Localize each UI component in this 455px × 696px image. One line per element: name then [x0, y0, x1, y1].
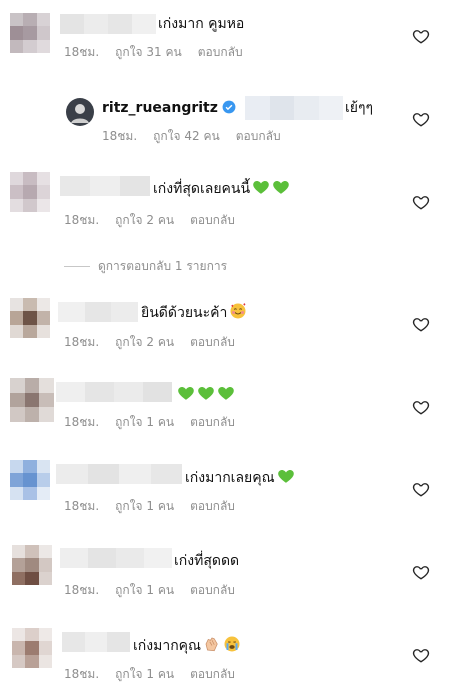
comment-text: เก่งที่สุดดด — [174, 553, 240, 569]
comment-text-body: ยินดีด้วยนะค้า — [141, 305, 228, 321]
green-heart-emoji — [218, 387, 234, 400]
comment-meta: 18ชม. ถูกใจ 42 คน ตอบกลับ — [102, 128, 297, 144]
avatar[interactable] — [12, 628, 52, 668]
avatar[interactable] — [10, 172, 50, 212]
comment-text-body: เก่งมากเลยคุณ — [185, 470, 275, 486]
comment-text: ยินดีด้วยนะค้า — [141, 302, 247, 323]
view-replies-button[interactable]: ดูการตอบกลับ 1 รายการ — [64, 258, 227, 274]
green-heart-emoji — [277, 470, 294, 483]
timestamp: 18ชม. — [102, 129, 138, 143]
username-blurred[interactable] — [60, 14, 156, 34]
avatar[interactable] — [10, 13, 50, 53]
like-count[interactable]: ถูกใจ 31 คน — [115, 45, 182, 59]
comment-meta: 18ชม. ถูกใจ 1 คน ตอบกลับ — [64, 414, 251, 430]
avatar[interactable] — [10, 378, 54, 422]
clapping-hands-emoji — [205, 637, 218, 652]
reply-button[interactable]: ตอบกลับ — [190, 335, 235, 349]
avatar[interactable] — [66, 98, 94, 126]
view-replies-label: ดูการตอบกลับ 1 รายการ — [98, 259, 228, 273]
reply-button[interactable]: ตอบกลับ — [190, 499, 235, 513]
comment-text: เก่งมากคุณ — [133, 635, 241, 656]
comment-author-line: ritz_rueangritz — [102, 98, 240, 118]
comment-meta: 18ชม. ถูกใจ 1 คน ตอบกลับ — [64, 498, 251, 514]
avatar[interactable] — [10, 298, 50, 338]
avatar[interactable] — [10, 460, 50, 500]
comment-meta: 18ชม. ถูกใจ 2 คน ตอบกลับ — [64, 212, 251, 228]
heart-outline-icon[interactable] — [412, 27, 430, 45]
divider — [64, 266, 90, 267]
comment-meta: 18ชม. ถูกใจ 1 คน ตอบกลับ — [64, 582, 251, 598]
like-count[interactable]: ถูกใจ 1 คน — [115, 667, 174, 681]
reply-button[interactable]: ตอบกลับ — [190, 415, 235, 429]
reply-button[interactable]: ตอบกลับ — [190, 213, 235, 227]
loudly-crying-emoji — [224, 636, 240, 652]
like-count[interactable]: ถูกใจ 1 คน — [115, 583, 174, 597]
timestamp: 18ชม. — [64, 583, 100, 597]
avatar[interactable] — [12, 545, 52, 585]
heart-outline-icon[interactable] — [412, 480, 430, 498]
timestamp: 18ชม. — [64, 415, 100, 429]
like-count[interactable]: ถูกใจ 2 คน — [115, 335, 174, 349]
reply-button[interactable]: ตอบกลับ — [236, 129, 281, 143]
timestamp: 18ชม. — [64, 45, 100, 59]
smiling-face-with-hearts-emoji — [230, 303, 246, 319]
reply-button[interactable]: ตอบกลับ — [198, 45, 243, 59]
comment-meta: 18ชม. ถูกใจ 2 คน ตอบกลับ — [64, 334, 251, 350]
like-count[interactable]: ถูกใจ 2 คน — [115, 213, 174, 227]
heart-outline-icon[interactable] — [412, 646, 430, 664]
heart-outline-icon[interactable] — [412, 110, 430, 128]
heart-outline-icon[interactable] — [412, 398, 430, 416]
comment-text: เก่งมาก คูมหอ — [158, 16, 245, 32]
mention-blurred[interactable] — [245, 96, 343, 120]
timestamp: 18ชม. — [64, 213, 100, 227]
username-blurred[interactable] — [56, 464, 182, 484]
green-heart-emoji — [198, 387, 214, 400]
heart-outline-icon[interactable] — [412, 193, 430, 211]
green-heart-emoji — [273, 181, 289, 194]
comment-meta: 18ชม. ถูกใจ 31 คน ตอบกลับ — [64, 44, 259, 60]
comment-text-body: เก่งมากคุณ — [133, 638, 202, 654]
username-blurred[interactable] — [58, 302, 138, 322]
like-count[interactable]: ถูกใจ 42 คน — [153, 129, 220, 143]
timestamp: 18ชม. — [64, 499, 100, 513]
like-count[interactable]: ถูกใจ 1 คน — [115, 415, 174, 429]
timestamp: 18ชม. — [64, 667, 100, 681]
comment-meta: 18ชม. ถูกใจ 1 คน ตอบกลับ — [64, 666, 251, 682]
comment-text: เก่งที่สุดเลยคนนี้ — [153, 178, 290, 199]
username-blurred[interactable] — [62, 632, 130, 652]
heart-outline-icon[interactable] — [412, 563, 430, 581]
green-heart-emoji — [178, 387, 194, 400]
username[interactable]: ritz_rueangritz — [102, 100, 218, 116]
comment-text — [175, 384, 235, 405]
comment-text: เก่งมากเลยคุณ — [185, 467, 295, 488]
heart-outline-icon[interactable] — [412, 315, 430, 333]
reply-button[interactable]: ตอบกลับ — [190, 583, 235, 597]
username-blurred[interactable] — [56, 382, 172, 402]
verified-badge-icon — [222, 100, 236, 114]
comment-text: เย้ๆๆ — [345, 100, 374, 116]
green-heart-emoji — [253, 181, 269, 194]
username-blurred[interactable] — [60, 548, 172, 568]
comment-text-body: เก่งที่สุดเลยคนนี้ — [153, 181, 251, 197]
like-count[interactable]: ถูกใจ 1 คน — [115, 499, 174, 513]
reply-button[interactable]: ตอบกลับ — [190, 667, 235, 681]
username-blurred[interactable] — [60, 176, 150, 196]
timestamp: 18ชม. — [64, 335, 100, 349]
